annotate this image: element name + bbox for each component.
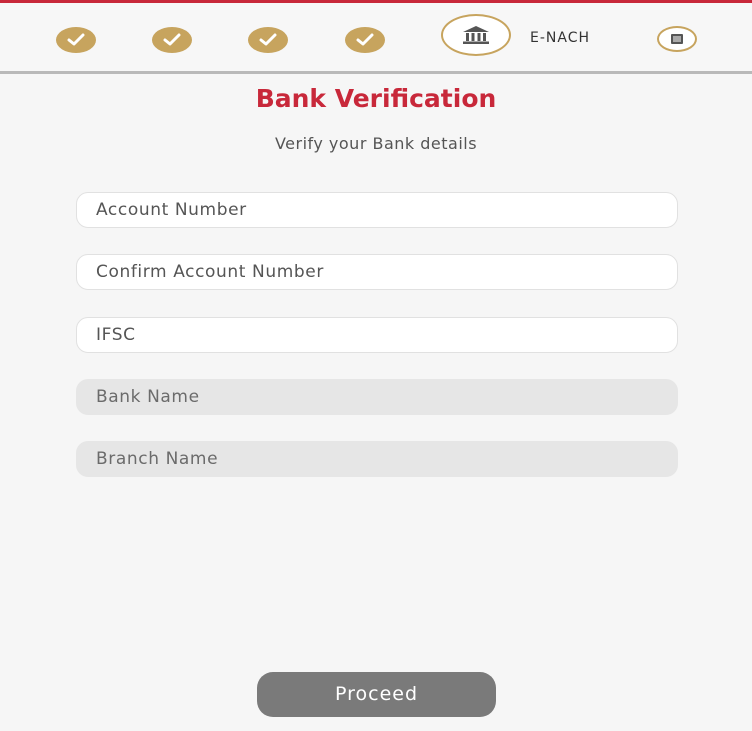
step-5-current [441,14,511,56]
progress-stepper: E-NACH [0,3,752,72]
bank-verification-screen: E-NACH Bank Verification Verify your Ban… [0,0,752,731]
step-6-pending [657,26,697,52]
ifsc-input[interactable] [76,317,678,353]
bank-icon [463,26,489,44]
confirm-account-number-input[interactable] [76,254,678,290]
document-icon [671,34,683,44]
branch-name-input [76,441,678,477]
account-number-input[interactable] [76,192,678,228]
check-icon [163,33,181,46]
step-6-label: E-NACH [530,30,591,46]
proceed-button[interactable]: Proceed [257,672,496,717]
step-2-completed [152,27,192,53]
stepper-divider [0,71,752,74]
bank-name-input [76,379,678,415]
page-subtitle: Verify your Bank details [274,134,478,153]
page-title: Bank Verification [255,84,497,113]
step-4-completed [345,27,385,53]
step-3-completed [248,27,288,53]
check-icon [356,33,374,46]
check-icon [259,33,277,46]
check-icon [67,33,85,46]
step-1-completed [56,27,96,53]
